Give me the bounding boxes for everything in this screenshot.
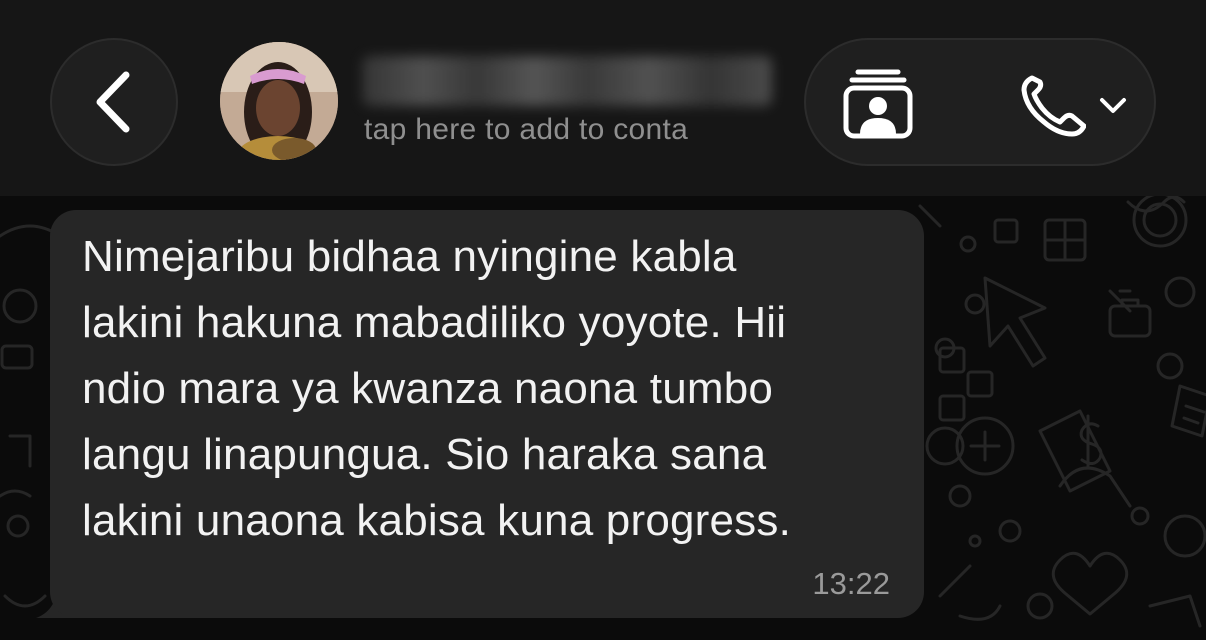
phone-icon [1021,75,1086,137]
message-line: langu linapungua. Sio haraka sana [82,430,767,479]
avatar-photo [220,42,338,160]
contact-card-icon [843,69,913,139]
chevron-left-icon [96,71,130,133]
contact-avatar[interactable] [220,42,338,160]
message-text: Nimejaribu bidhaa nyingine kabla lakini … [82,224,902,554]
message-timestamp: 13:22 [812,566,890,601]
header-actions [804,38,1156,166]
message-line: ndio mara ya kwanza naona tumbo [82,364,774,413]
contact-name-redacted[interactable] [362,56,772,106]
back-button[interactable] [50,38,178,166]
message-line: lakini hakuna mabadiliko yoyote. Hii [82,298,787,347]
message-line: lakini unaona kabisa kuna progress. [82,496,792,545]
message-line: Nimejaribu bidhaa nyingine kabla [82,232,737,281]
contact-card-button[interactable] [840,66,916,142]
chevron-down-icon [1100,98,1126,113]
add-to-contacts-hint[interactable]: tap here to add to conta [364,110,768,150]
call-button[interactable] [1016,70,1136,140]
